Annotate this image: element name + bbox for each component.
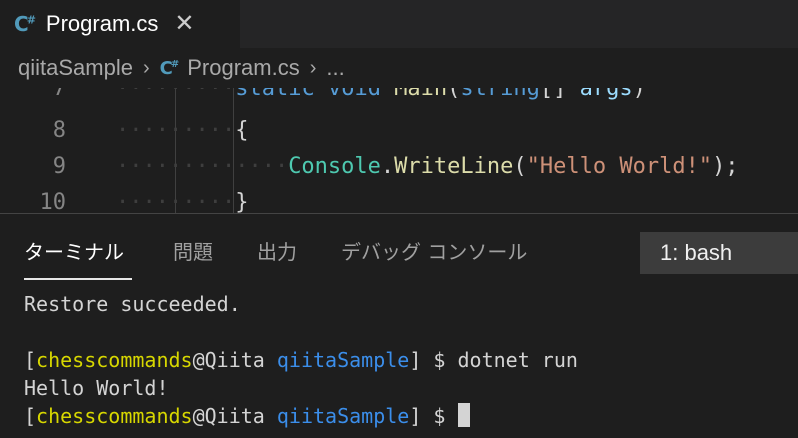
- csharp-file-icon: C#: [159, 57, 180, 79]
- terminal-line: [chesscommands@Qiita qiitaSample] $: [24, 402, 784, 430]
- prompt-dir: qiitaSample: [276, 348, 410, 372]
- tab-problems[interactable]: 問題: [173, 236, 213, 265]
- terminal-command: dotnet run: [457, 348, 578, 372]
- line-number: 9: [52, 154, 66, 179]
- code-text: ·············Console.WriteLine("Hello Wo…: [116, 154, 739, 179]
- bottom-panel: ターミナル 問題 出力 デバッグ コンソール 1: bash Restore s…: [0, 213, 798, 438]
- terminal-line: [chesscommands@Qiita qiitaSample] $ dotn…: [24, 348, 578, 372]
- terminal-select[interactable]: 1: bash: [640, 232, 798, 274]
- breadcrumb-folder[interactable]: qiitaSample: [18, 55, 133, 81]
- prompt-host: @Qiita: [192, 348, 265, 372]
- prompt-user: chesscommands: [36, 348, 193, 372]
- breadcrumb-file[interactable]: Program.cs: [187, 55, 299, 81]
- prompt-dir: qiitaSample: [276, 404, 410, 428]
- code-text: ·········static void Main(string[] args): [116, 88, 646, 101]
- chevron-right-icon: ›: [309, 56, 317, 79]
- active-tab-indicator: [24, 278, 132, 280]
- tab-terminal[interactable]: ターミナル: [24, 236, 124, 265]
- tab-program-cs[interactable]: C# Program.cs ✕: [0, 0, 240, 48]
- tab-output[interactable]: 出力: [257, 236, 297, 265]
- prompt-user: chesscommands: [36, 404, 193, 428]
- prompt-host: @Qiita: [192, 404, 265, 428]
- line-number: 7: [52, 88, 66, 101]
- code-line-7: 7 ·········static void Main(string[] arg…: [0, 88, 798, 112]
- code-text: ·········{: [116, 118, 249, 143]
- tab-debug-console[interactable]: デバッグ コンソール: [341, 236, 527, 265]
- editor-tab-bar: C# Program.cs ✕: [0, 0, 798, 48]
- code-line-9: 9 ·············Console.WriteLine("Hello …: [0, 154, 798, 190]
- code-text: ·········}: [116, 190, 249, 213]
- tab-title: Program.cs: [45, 11, 159, 36]
- line-number: 10: [39, 190, 67, 213]
- terminal-line: Hello World!: [24, 376, 169, 400]
- panel-tabs: ターミナル 問題 出力 デバッグ コンソール 1: bash: [0, 214, 798, 280]
- code-editor[interactable]: 7 ·········static void Main(string[] arg…: [0, 88, 798, 213]
- terminal-line: Restore succeeded.: [24, 292, 241, 316]
- breadcrumb-more[interactable]: ...: [326, 55, 344, 81]
- close-icon[interactable]: ✕: [174, 12, 194, 36]
- code-line-8: 8 ·········{: [0, 118, 798, 154]
- code-line-10: 10 ·········}: [0, 190, 798, 213]
- chevron-right-icon: ›: [142, 56, 150, 79]
- csharp-file-icon: C#: [14, 12, 36, 36]
- terminal-cursor: [457, 403, 470, 427]
- terminal-output[interactable]: Restore succeeded. [chesscommands@Qiita …: [24, 290, 784, 430]
- line-number: 8: [52, 118, 66, 143]
- breadcrumb: qiitaSample › C# Program.cs › ...: [0, 48, 798, 88]
